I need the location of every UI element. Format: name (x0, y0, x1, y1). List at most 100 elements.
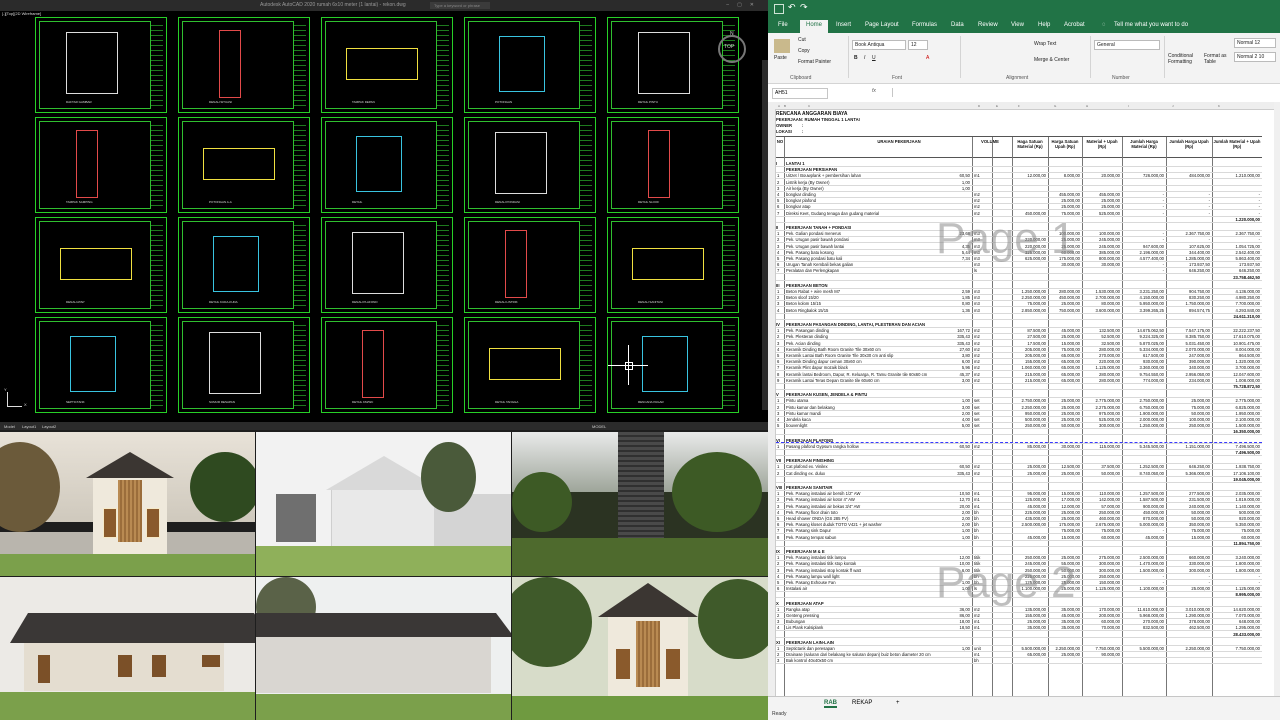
table-row[interactable]: 5 bouvenlight 5,00 set 250.000,00 50.000,00 30… (776, 423, 1262, 430)
redo-icon[interactable]: ↷ (800, 2, 808, 13)
table-row[interactable]: 1 Pasang plafond Gypsum rangka hollow 60,5… (776, 444, 1262, 450)
table-row[interactable]: 11.894.750,00 (776, 541, 1262, 547)
table-row[interactable]: 23.758.462,50 (776, 275, 1262, 281)
table-row[interactable]: 3 Pek. Acian dinding 335,43 m2 17.500,00 15.0… (776, 341, 1262, 347)
tab-review[interactable]: Review (978, 22, 998, 28)
drawing-sheet[interactable]: POTONGAN (464, 17, 596, 113)
table-row[interactable]: 2 Pintu kamar dan belakang 3,00 set 2.250.00… (776, 405, 1262, 411)
table-row[interactable]: VIII PEKERJAAN SANITAIR (776, 485, 1262, 491)
model-indicator[interactable]: MODEL (592, 424, 606, 429)
table-row[interactable]: 8 Pek. Pasang tempat sabun 1,00 bh 45.000,00… (776, 535, 1262, 541)
cut-button[interactable]: Cut (798, 37, 806, 43)
drawing-sheet[interactable]: SUMUR RESAPAN (178, 317, 310, 413)
table-row[interactable]: 2 Listrik kerja (By Owner) 1,00 (776, 180, 1262, 186)
drawing-sheet[interactable]: DENAH PONDASI (464, 117, 596, 213)
table-row[interactable]: 4 Jendela kaca 4,00 set 500.000,00 25.000,00 5… (776, 417, 1262, 423)
table-row[interactable]: PEKERJAAN PERSIAPAN (776, 167, 1262, 174)
table-row[interactable]: 7 Keramik Plint dapur mozaik black 5,96 m2 1… (776, 365, 1262, 372)
tab-home[interactable]: Home (800, 20, 829, 33)
table-row[interactable]: 6 Keramik Dinding dapur ceman 30x60 cm 6,0… (776, 359, 1262, 366)
column-header[interactable]: E (996, 104, 998, 108)
table-row[interactable]: IX PEKERJAAN M & E (776, 549, 1262, 555)
table-row[interactable]: 3 Beton kolom 15/15 0,80 m3 75.000,00 25.000,… (776, 301, 1262, 308)
drawing-sheet[interactable]: DETAIL PINTU (607, 17, 739, 113)
drawing-sheet[interactable]: DAFTAR GAMBAR (35, 17, 167, 113)
merge-center-button[interactable]: Merge & Center (1034, 57, 1069, 63)
column-header[interactable]: I (1128, 104, 1129, 108)
drawing-sheet[interactable]: DENAH PLAFOND (321, 217, 453, 313)
table-row[interactable]: 6 Pek. Pasang kloset duduk TOTO V421 + je… (776, 522, 1262, 529)
drawing-sheet[interactable]: SEPTICTANK (35, 317, 167, 413)
table-row[interactable]: 9 Keramik Lantai Teras Depan Granite tile… (776, 378, 1262, 384)
tab-acrobat[interactable]: Acrobat (1064, 22, 1085, 28)
table-row[interactable]: 7.496.500,00 (776, 450, 1262, 456)
number-format-select[interactable]: General (1094, 40, 1160, 50)
tell-me-box[interactable]: Tell me what you want to do (1114, 22, 1188, 28)
column-header[interactable]: B (784, 104, 786, 108)
conditional-formatting-button[interactable]: Conditional Formatting (1168, 53, 1202, 65)
table-row[interactable]: III PEKERJAAN BETON (776, 283, 1262, 289)
table-row[interactable]: 2 Beton sloof 15/20 1,85 m3 2.250.000,00 450.… (776, 295, 1262, 302)
undo-icon[interactable]: ↶ (788, 2, 796, 13)
name-box[interactable]: AH51 (772, 88, 828, 99)
add-sheet-icon[interactable]: + (896, 700, 900, 706)
table-row[interactable]: 3 Pek. Pasang instalasi air bekas 3/4" AW… (776, 504, 1262, 510)
table-row[interactable]: 1 Beton Rabat + wire mesh M7 2,59 m3 1.250.0… (776, 289, 1262, 295)
tab-formulas[interactable]: Formulas (912, 22, 937, 28)
layout-tab-model[interactable]: Model (4, 424, 15, 429)
column-header[interactable]: D (978, 104, 980, 108)
worksheet-grid[interactable]: AB C D E F G H I J K RENCANA ANGGARAN BIAYA PEKER… (768, 102, 1280, 696)
table-row[interactable]: 6 bongkar atap m2 25.000,00 25.000,00 - - - (776, 204, 1262, 211)
table-row[interactable]: 4 Keramik Dinding Bath Room Granite Tile … (776, 347, 1262, 353)
table-row[interactable]: 1 Pintu utama 1,00 set 2.750.000,00 25.000,00… (776, 398, 1262, 405)
font-color-button[interactable]: A (926, 55, 929, 61)
table-row[interactable]: 24.611.310,00 (776, 314, 1262, 320)
table-row[interactable]: 1 Uitzet / Bouwplank + pembersihan lahan 6… (776, 173, 1262, 180)
window-controls[interactable]: –▢✕ (726, 0, 762, 11)
save-icon[interactable] (774, 4, 784, 14)
tab-page-layout[interactable]: Page Layout (865, 22, 899, 28)
column-header[interactable]: A (778, 104, 780, 108)
table-row[interactable]: 1 Pek. Pasangan dinding 167,72 m2 87.500,00 4… (776, 328, 1262, 335)
wrap-text-button[interactable]: Wrap Text (1034, 41, 1056, 47)
layout-tab-2[interactable]: Layout2 (42, 424, 56, 429)
column-header[interactable]: C (808, 104, 810, 108)
font-name-select[interactable]: Book Antiqua (852, 40, 906, 50)
style-normal-12[interactable]: Normal 12 (1234, 38, 1276, 48)
tab-view[interactable]: View (1011, 22, 1024, 28)
style-normal-2-10[interactable]: Normal 2 10 (1234, 52, 1276, 62)
underline-button[interactable]: U (872, 55, 876, 61)
copy-button[interactable]: Copy (798, 48, 810, 54)
drawing-sheet[interactable]: DETAIL SLOOF (607, 117, 739, 213)
font-size-select[interactable]: 12 (908, 40, 928, 50)
vertical-scrollbar[interactable] (1274, 102, 1280, 696)
table-row[interactable]: IV PEKERJAAN PASANGAN DINDING, LANTAI, PL… (776, 322, 1262, 328)
table-row[interactable]: 2 Drainase (saluran dari belakang ke salu… (776, 652, 1262, 659)
fx-icon[interactable]: fx (872, 88, 876, 94)
layout-tab-1[interactable]: Layout1 (22, 424, 36, 429)
table-row[interactable]: 2 Pek. Plesteran dinding 335,43 m2 27.500,00… (776, 334, 1262, 341)
table-row[interactable]: 1 Septictank dan peresapan 1,00 unit 5.500.0… (776, 646, 1262, 652)
drawing-sheet[interactable]: DENAH SITUASI (178, 17, 310, 113)
table-row[interactable]: VII PEKERJAAN FINISHING (776, 458, 1262, 465)
sheet-tab-rab[interactable]: RAB (824, 700, 837, 708)
viewport-label[interactable]: [-][Top][2D Wireframe] (2, 11, 41, 16)
tab-help[interactable]: Help (1038, 22, 1050, 28)
column-header[interactable]: H (1086, 104, 1088, 108)
drawing-sheet[interactable]: DETAIL TANGGA (464, 317, 596, 413)
drawing-sheet[interactable]: POTONGAN A-A (178, 117, 310, 213)
column-header[interactable]: J (1172, 104, 1174, 108)
sheet-tab-rekap[interactable]: REKAP (852, 700, 872, 706)
formula-input[interactable] (892, 88, 1276, 97)
table-row[interactable]: 8 Keramik lantai Bedroom, Dapur, R. Kelua… (776, 372, 1262, 378)
table-row[interactable]: 5 Head shower ONDA (GS 285 FV) 2,00 bh 435.0… (776, 516, 1262, 522)
paste-icon[interactable] (774, 39, 790, 53)
format-painter-button[interactable]: Format Painter (798, 59, 831, 65)
table-row[interactable]: 4 bongkar dinding m2 455.000,00 455.000,00 - -… (776, 192, 1262, 198)
column-header[interactable]: G (1054, 104, 1056, 108)
table-row[interactable]: 4 Beton Ringbalok 15/15 1,36 m3 2.850.000,00… (776, 308, 1262, 314)
tab-file[interactable]: File (778, 22, 788, 28)
table-row[interactable]: XI PEKERJAAN LAIN-LAIN (776, 640, 1262, 646)
tab-insert[interactable]: Insert (836, 22, 851, 28)
format-as-table-button[interactable]: Format as Table (1204, 53, 1234, 65)
